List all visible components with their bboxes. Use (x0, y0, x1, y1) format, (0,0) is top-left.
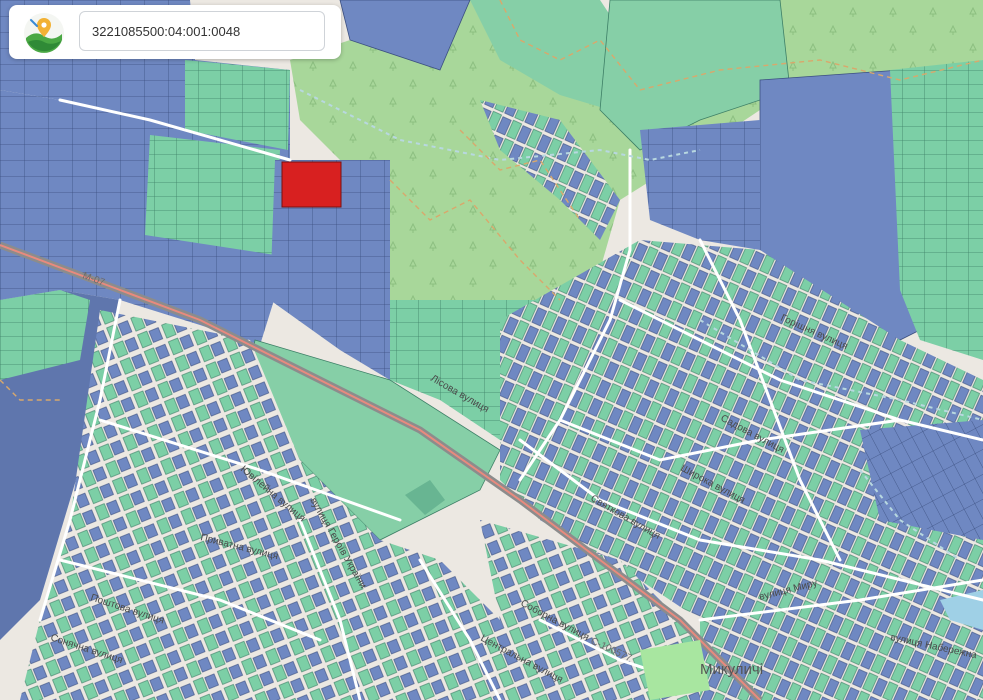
cadastral-search-input[interactable] (79, 11, 325, 51)
map-pin-logo-icon[interactable] (23, 12, 65, 54)
place-label-mykulychi: Микуличі (700, 661, 763, 678)
search-panel (9, 5, 341, 59)
selected-parcel[interactable] (281, 161, 342, 208)
parcel-zone-garden (145, 135, 280, 255)
cadastral-map[interactable]: М-07 С-100577 Микуличі вулиця Миру Садов… (0, 0, 983, 700)
